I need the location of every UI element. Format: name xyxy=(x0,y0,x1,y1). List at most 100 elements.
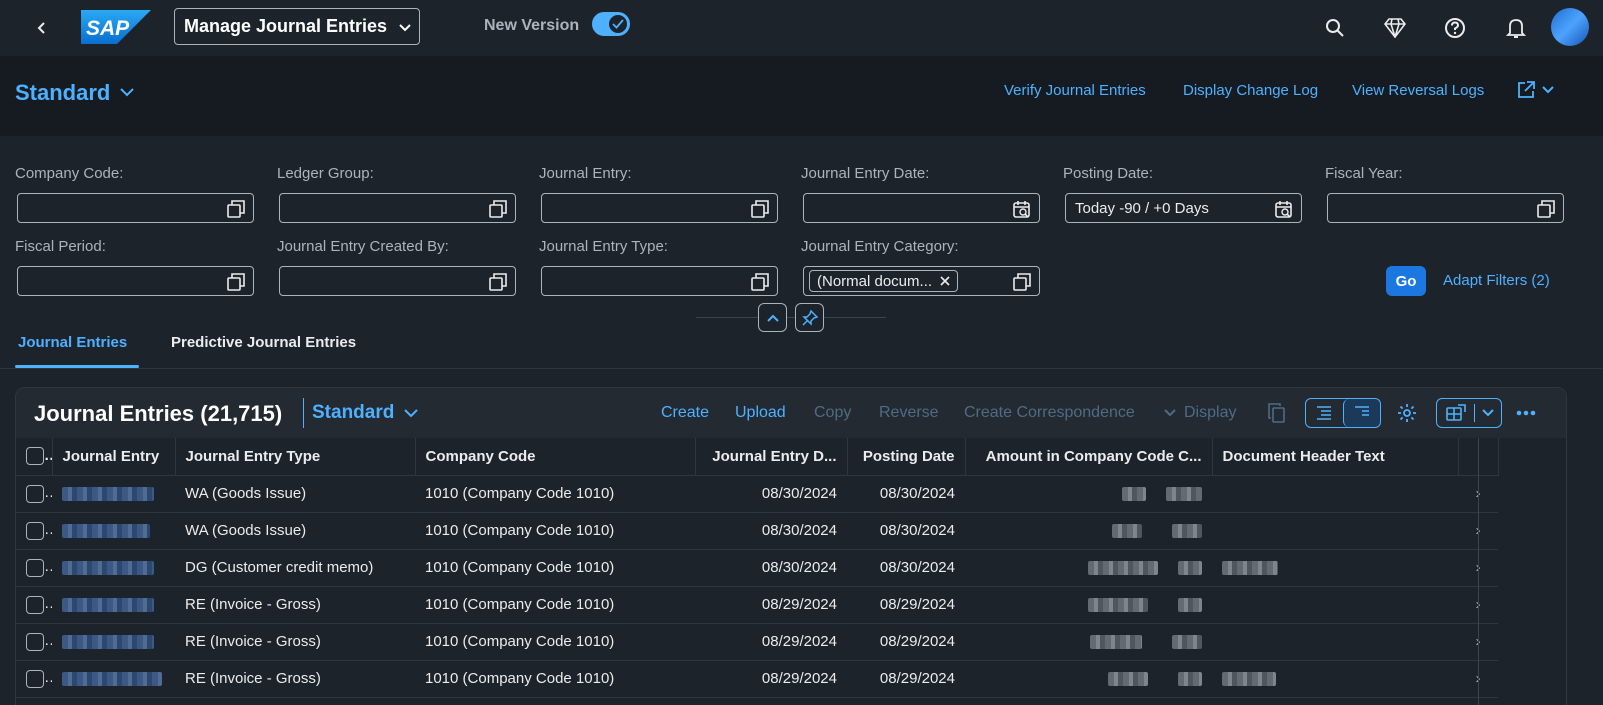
filter-label-posting-date: Posting Date: xyxy=(1063,165,1154,182)
back-button[interactable] xyxy=(28,14,56,42)
redacted-amount xyxy=(1122,487,1146,502)
copy-icon[interactable] xyxy=(1266,399,1288,427)
redacted-journal-entry[interactable] xyxy=(62,524,150,539)
date-range-icon[interactable] xyxy=(1013,200,1031,218)
value-help-icon[interactable] xyxy=(1013,273,1031,291)
copy-button[interactable]: Copy xyxy=(814,404,851,422)
new-version-toggle[interactable] xyxy=(592,12,630,36)
column-header-company-code[interactable]: Company Code xyxy=(415,438,696,476)
reverse-button[interactable]: Reverse xyxy=(879,404,939,422)
table-row[interactable]: RE (Invoice - Gross) 1010 (Company Code … xyxy=(16,623,1498,661)
help-icon[interactable] xyxy=(1441,14,1469,42)
new-version-label: New Version xyxy=(484,17,580,34)
value-help-icon[interactable] xyxy=(227,200,245,218)
column-header-journal-entry-type[interactable]: Journal Entry Type xyxy=(175,438,416,476)
column-header-posting-date[interactable]: Posting Date xyxy=(847,438,966,476)
redacted-header-text xyxy=(1222,672,1276,687)
value-help-icon[interactable] xyxy=(751,273,769,291)
create-correspondence-button[interactable]: Create Correspondence xyxy=(964,404,1135,422)
chevron-down-icon[interactable] xyxy=(1475,409,1501,417)
collapse-header-button[interactable] xyxy=(758,303,787,332)
display-button[interactable]: Display xyxy=(1164,404,1236,422)
value-help-icon[interactable] xyxy=(489,200,507,218)
scrollbar[interactable] xyxy=(1478,438,1479,705)
filter-label-created-by: Journal Entry Created By: xyxy=(277,238,449,255)
table-row[interactable]: DG (Customer credit memo) 1010 (Company … xyxy=(16,549,1498,587)
redacted-journal-entry[interactable] xyxy=(62,487,154,502)
close-icon[interactable] xyxy=(940,276,950,286)
table-row[interactable]: WA (Goods Issue) 1010 (Company Code 1010… xyxy=(16,512,1498,550)
fiscal-period-input[interactable] xyxy=(17,266,254,296)
fiscal-year-input[interactable] xyxy=(1327,193,1564,223)
column-header-journal-entry-date[interactable]: Journal Entry D... xyxy=(695,438,848,476)
ledger-group-input[interactable] xyxy=(279,193,516,223)
category-token[interactable]: (Normal docum... xyxy=(809,270,959,292)
bell-icon[interactable] xyxy=(1502,14,1530,42)
company-code-input[interactable] xyxy=(17,193,254,223)
row-checkbox[interactable] xyxy=(26,484,44,503)
display-change-log-link[interactable]: Display Change Log xyxy=(1183,82,1318,99)
value-help-icon[interactable] xyxy=(1537,200,1555,218)
redacted-journal-entry[interactable] xyxy=(62,598,154,613)
flat-view-icon[interactable] xyxy=(1342,399,1380,427)
data-table: Journal Entry Journal Entry Type Company… xyxy=(16,438,1499,698)
go-button[interactable]: Go xyxy=(1386,266,1426,296)
view-mode-segmented[interactable] xyxy=(1305,398,1381,428)
redacted-journal-entry[interactable] xyxy=(62,635,154,650)
journal-entry-type-input[interactable] xyxy=(541,266,778,296)
create-button[interactable]: Create xyxy=(661,404,709,422)
row-checkbox[interactable] xyxy=(26,632,44,651)
value-help-icon[interactable] xyxy=(227,273,245,291)
export-icon[interactable] xyxy=(1437,404,1475,422)
verify-journal-entries-link[interactable]: Verify Journal Entries xyxy=(1004,82,1146,99)
variant-selector[interactable]: Standard xyxy=(15,80,135,106)
check-icon xyxy=(609,15,627,33)
table-variant-name: Standard xyxy=(312,402,395,423)
app-title-menu[interactable]: Manage Journal Entries xyxy=(174,8,420,45)
row-checkbox[interactable] xyxy=(26,558,44,577)
cell-journal-entry-type: WA (Goods Issue) xyxy=(175,475,415,513)
view-reversal-logs-link[interactable]: View Reversal Logs xyxy=(1352,82,1484,99)
journal-entry-input[interactable] xyxy=(541,193,778,223)
created-by-input[interactable] xyxy=(279,266,516,296)
journal-entry-date-input[interactable] xyxy=(803,193,1040,223)
cell-journal-entry-date: 08/30/2024 xyxy=(695,549,847,587)
upload-button[interactable]: Upload xyxy=(735,404,786,422)
pin-header-button[interactable] xyxy=(795,303,824,332)
value-help-icon[interactable] xyxy=(489,273,507,291)
search-icon[interactable] xyxy=(1321,14,1349,42)
table-title: Journal Entries (21,715) xyxy=(34,401,283,426)
row-checkbox[interactable] xyxy=(26,521,44,540)
table-row[interactable]: RE (Invoice - Gross) 1010 (Company Code … xyxy=(16,586,1498,624)
diamond-icon[interactable] xyxy=(1381,14,1409,42)
cell-journal-entry-date: 08/29/2024 xyxy=(695,660,847,698)
share-menu-button[interactable] xyxy=(1516,80,1554,100)
adapt-filters-button[interactable]: Adapt Filters (2) xyxy=(1443,272,1550,289)
column-header-amount[interactable]: Amount in Company Code C... xyxy=(965,438,1213,476)
divider xyxy=(0,368,1603,369)
column-header-journal-entry[interactable]: Journal Entry xyxy=(52,438,176,476)
table-row[interactable]: WA (Goods Issue) 1010 (Company Code 1010… xyxy=(16,475,1498,513)
redacted-amount xyxy=(1090,635,1142,650)
redacted-journal-entry[interactable] xyxy=(62,672,162,687)
select-all-checkbox[interactable] xyxy=(26,447,44,466)
column-header-document-header-text[interactable]: Document Header Text xyxy=(1212,438,1459,476)
posting-date-input[interactable]: Today -90 / +0 Days xyxy=(1065,193,1302,223)
date-range-icon[interactable] xyxy=(1275,200,1293,218)
row-checkbox[interactable] xyxy=(26,669,44,688)
table-variant-selector[interactable]: Standard xyxy=(303,398,419,428)
select-all-cell[interactable] xyxy=(16,438,53,476)
export-menu-button[interactable] xyxy=(1436,398,1502,428)
tab-predictive-journal-entries[interactable]: Predictive Journal Entries xyxy=(171,334,356,351)
row-checkbox[interactable] xyxy=(26,595,44,614)
avatar[interactable] xyxy=(1551,8,1589,46)
cell-journal-entry-type: RE (Invoice - Gross) xyxy=(175,586,415,624)
overflow-icon[interactable] xyxy=(1513,399,1539,427)
settings-icon[interactable] xyxy=(1394,399,1420,427)
tab-journal-entries[interactable]: Journal Entries xyxy=(18,334,127,351)
journal-entry-category-input[interactable]: (Normal docum... xyxy=(803,266,1040,296)
table-row[interactable]: RE (Invoice - Gross) 1010 (Company Code … xyxy=(16,660,1498,698)
value-help-icon[interactable] xyxy=(751,200,769,218)
tree-view-icon[interactable] xyxy=(1306,399,1343,427)
redacted-journal-entry[interactable] xyxy=(62,561,154,576)
